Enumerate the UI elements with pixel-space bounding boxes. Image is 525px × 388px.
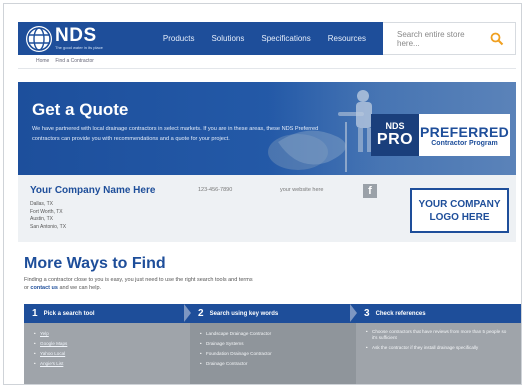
step-1: 1 Pick a search tool Yelp Google Maps Ya… (24, 304, 191, 384)
step-header: 3 Check references (356, 304, 521, 323)
keyword-item: Foundation Drainage Contractor (200, 349, 346, 359)
get-a-quote-banner: Get a Quote We have partnered with local… (18, 82, 516, 175)
nav-solutions[interactable]: Solutions (211, 34, 244, 43)
contact-us-link[interactable]: contact us (30, 285, 58, 291)
company-logo-placeholder: YOUR COMPANY LOGO HERE (410, 188, 509, 233)
logo-name: NDS (55, 25, 97, 46)
keyword-item: Drainage Systems (200, 339, 346, 349)
link-yahoo-local[interactable]: Yahoo Local (34, 349, 180, 359)
globe-icon (26, 25, 52, 52)
search-icon[interactable] (489, 31, 505, 47)
reference-tip: Choose contractors that have reviews fro… (366, 329, 512, 341)
company-listing: Your Company Name Here Dallas, TX Fort W… (18, 175, 516, 242)
hero-title: Get a Quote (32, 100, 129, 119)
breadcrumb-home[interactable]: Home (36, 58, 49, 64)
company-logo-line1: YOUR COMPANY (418, 198, 501, 210)
badge-nds: NDS (385, 121, 405, 131)
step-2: 2 Search using key words Landscape Drain… (190, 304, 357, 384)
company-logo-line2: LOGO HERE (429, 211, 490, 223)
nav-resources[interactable]: Resources (328, 34, 366, 43)
step-title: Check references (375, 310, 426, 317)
link-angies-list[interactable]: Angie's List (34, 359, 180, 369)
search-box[interactable]: Search entire store here... (383, 22, 516, 55)
nds-logo[interactable]: NDS The good water in its place (26, 25, 119, 52)
step-number: 1 (32, 308, 38, 319)
link-google-maps[interactable]: Google Maps (34, 339, 180, 349)
step-body: Choose contractors that have reviews fro… (356, 323, 521, 384)
nav-products[interactable]: Products (163, 34, 195, 43)
page-frame: NDS The good water in its place Products… (3, 3, 522, 385)
breadcrumb-current: Find a Contractor (55, 58, 94, 64)
step-title: Pick a search tool (43, 310, 95, 317)
site-header: NDS The good water in its place Products… (18, 22, 516, 55)
badge-pro: PRO (376, 131, 414, 148)
nav-specifications[interactable]: Specifications (261, 34, 310, 43)
step-header: 2 Search using key words (190, 304, 357, 323)
company-phone[interactable]: 123-456-7890 (198, 187, 232, 193)
step-number: 2 (198, 308, 204, 319)
more-ways-title: More Ways to Find (24, 255, 166, 272)
company-website[interactable]: your website here (280, 187, 323, 193)
top-nav-bar: NDS The good water in its place Products… (18, 22, 383, 55)
breadcrumb: Home Find a Contractor (36, 58, 94, 64)
badge-program: Contractor Program (431, 139, 498, 147)
company-cities: Dallas, TX Fort Worth, TX Austin, TX San… (30, 201, 66, 231)
link-yelp[interactable]: Yelp (34, 329, 180, 339)
more-text-after: and we can help. (57, 285, 102, 291)
city: Austin, TX (30, 216, 53, 222)
facebook-icon[interactable]: f (363, 184, 377, 198)
step-number: 3 (364, 308, 370, 319)
city: Dallas, TX (30, 201, 53, 207)
badge-preferred: PREFERRED (419, 123, 510, 140)
city: Fort Worth, TX (30, 208, 63, 215)
keyword-item: Drainage Contractor (200, 359, 346, 369)
company-name[interactable]: Your Company Name Here (30, 185, 155, 196)
logo-tagline: The good water in its place (55, 45, 103, 50)
reference-tip: Ask the contractor if they install drain… (366, 345, 512, 351)
keyword-item: Landscape Drainage Contractor (200, 329, 346, 339)
search-input[interactable]: Search entire store here... (397, 30, 489, 48)
step-body: Yelp Google Maps Yahoo Local Angie's Lis… (24, 323, 190, 384)
chevron-right-icon (184, 304, 191, 322)
divider (18, 68, 516, 69)
city: San Antonio, TX (30, 223, 67, 230)
step-header: 1 Pick a search tool (24, 304, 191, 323)
step-body: Landscape Drainage Contractor Drainage S… (190, 323, 356, 384)
step-title: Search using key words (209, 310, 279, 317)
step-3: 3 Check references Choose contractors th… (356, 304, 521, 384)
more-ways-text: Finding a contractor close to you is eas… (24, 276, 254, 292)
main-nav: Products Solutions Specifications Resour… (163, 34, 383, 43)
search-steps: 1 Pick a search tool Yelp Google Maps Ya… (24, 304, 521, 384)
chevron-right-icon (350, 304, 357, 322)
nds-pro-badge: NDS PRO PREFERRED Contractor Program (371, 114, 510, 156)
hero-description: We have partnered with local drainage co… (32, 126, 319, 142)
